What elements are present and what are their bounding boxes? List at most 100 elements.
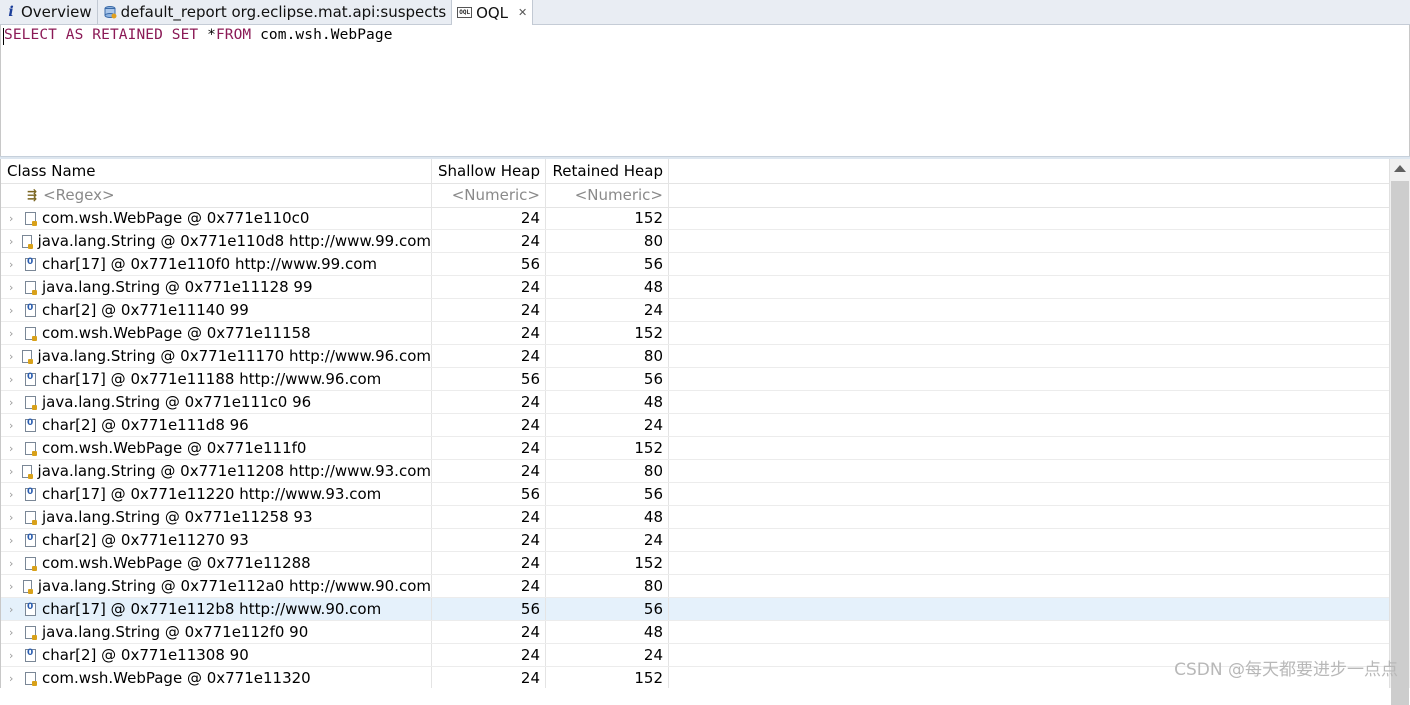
class-name-text: com.wsh.WebPage @ 0x771e11288 [42,554,311,572]
table-row[interactable]: › com.wsh.WebPage @ 0x771e110c0 24 152 [1,207,1389,230]
expand-chevron-icon[interactable]: › [9,235,18,248]
filter-class-name[interactable]: ⇶ <Regex> [1,183,432,207]
class-name-cell: › com.wsh.WebPage @ 0x771e11288 [1,552,432,574]
tab-oql-label: OQL [476,3,509,22]
array-object-icon [25,602,36,616]
table-row[interactable]: › java.lang.String @ 0x771e11258 93 24 48 [1,506,1389,529]
object-icon [25,625,37,640]
table-row[interactable]: › java.lang.String @ 0x771e111c0 96 24 48 [1,391,1389,414]
table-row[interactable]: › char[17] @ 0x771e110f0 http://www.99.co… [1,253,1389,276]
object-icon [25,556,37,571]
column-header-retained-heap[interactable]: Retained Heap [546,159,669,183]
class-name-text: java.lang.String @ 0x771e112a0 http://ww… [37,577,431,595]
class-name-text: com.wsh.WebPage @ 0x771e11158 [42,324,311,342]
scroll-up-arrow-icon[interactable] [1394,165,1406,172]
class-name-cell: › java.lang.String @ 0x771e11170 http://w… [1,345,432,367]
expand-chevron-icon[interactable]: › [9,557,21,570]
column-header-shallow-heap[interactable]: Shallow Heap [432,159,546,183]
table-row[interactable]: › java.lang.String @ 0x771e112a0 http://w… [1,575,1389,598]
expand-chevron-icon[interactable]: › [9,580,19,593]
table-row[interactable]: › java.lang.String @ 0x771e11208 http://w… [1,460,1389,483]
shallow-heap-cell: 24 [432,414,546,436]
object-icon [25,211,37,226]
table-body: › com.wsh.WebPage @ 0x771e110c0 24 152 › java… [1,207,1389,688]
scrollbar-thumb[interactable] [1391,181,1409,705]
object-icon [22,234,33,249]
filter-regex-input[interactable]: <Regex> [43,186,114,204]
tab-overview[interactable]: i Overview [0,0,98,24]
expand-chevron-icon[interactable]: › [9,465,18,478]
shallow-heap-cell: 56 [432,253,546,275]
class-name-cell: › char[17] @ 0x771e112b8 http://www.90.co… [1,598,432,620]
table-row[interactable]: › char[17] @ 0x771e11188 http://www.96.co… [1,368,1389,391]
expand-chevron-icon[interactable]: › [9,626,21,639]
expand-chevron-icon[interactable]: › [9,534,21,547]
expand-chevron-icon[interactable]: › [9,488,21,501]
expand-chevron-icon[interactable]: › [9,304,21,317]
filter-retained-heap-input[interactable]: <Numeric> [546,183,669,207]
tab-oql[interactable]: OQL OQL ✕ [452,0,534,26]
table-row[interactable]: › char[17] @ 0x771e11220 http://www.93.co… [1,483,1389,506]
expand-chevron-icon[interactable]: › [9,672,21,685]
table-row[interactable]: › char[2] @ 0x771e11140 99 2424 [1,299,1389,322]
array-object-icon [25,418,36,432]
expand-chevron-icon[interactable]: › [9,350,18,363]
class-name-text: char[17] @ 0x771e110f0 http://www.99.com [42,255,377,273]
editor-tab-bar: i Overview default_report org.eclipse.ma… [0,0,1410,26]
expand-chevron-icon[interactable]: › [9,327,21,340]
retained-heap-cell: 48 [546,276,669,298]
expand-chevron-icon[interactable]: › [9,258,21,271]
retained-heap-cell: 48 [546,506,669,528]
array-object-icon [25,533,36,547]
table-row[interactable]: › com.wsh.WebPage @ 0x771e11158 24 152 [1,322,1389,345]
column-header-class-name[interactable]: Class Name [1,159,432,183]
object-icon [25,395,37,410]
expand-chevron-icon[interactable]: › [9,396,21,409]
class-name-text: char[2] @ 0x771e11308 90 [42,646,249,664]
class-name-text: com.wsh.WebPage @ 0x771e11320 [42,669,311,687]
table-row[interactable]: › java.lang.String @ 0x771e11170 http://w… [1,345,1389,368]
class-name-text: char[2] @ 0x771e11140 99 [42,301,249,319]
expand-chevron-icon[interactable]: › [9,419,21,432]
class-name-text: char[17] @ 0x771e11188 http://www.96.com [42,370,382,388]
vertical-scrollbar[interactable] [1389,159,1410,705]
expand-chevron-icon[interactable]: › [9,649,21,662]
table-row[interactable]: › com.wsh.WebPage @ 0x771e11288 24 152 [1,552,1389,575]
class-name-cell: › com.wsh.WebPage @ 0x771e110c0 [1,207,432,229]
expand-chevron-icon[interactable]: › [9,212,21,225]
table-row[interactable]: › char[17] @ 0x771e112b8 http://www.90.co… [1,598,1389,621]
class-name-text: java.lang.String @ 0x771e11170 http://ww… [37,347,431,365]
table-row[interactable]: › java.lang.String @ 0x771e11128 99 24 48 [1,276,1389,299]
class-name-text: java.lang.String @ 0x771e11208 http://ww… [37,462,431,480]
shallow-heap-cell: 24 [432,552,546,574]
table-row[interactable]: › char[2] @ 0x771e111d8 96 2424 [1,414,1389,437]
class-name-cell: › char[17] @ 0x771e11188 http://www.96.co… [1,368,432,390]
object-icon [25,510,37,525]
shallow-heap-cell: 24 [432,207,546,229]
expand-chevron-icon[interactable]: › [9,281,21,294]
filter-shallow-heap-input[interactable]: <Numeric> [432,183,546,207]
table-row[interactable]: › java.lang.String @ 0x771e110d8 http://w… [1,230,1389,253]
object-icon [25,441,37,456]
close-icon[interactable]: ✕ [518,6,527,19]
table-row[interactable]: › java.lang.String @ 0x771e112f0 90 24 48 [1,621,1389,644]
table-row[interactable]: › char[2] @ 0x771e11270 93 2424 [1,529,1389,552]
tab-overview-label: Overview [21,3,92,21]
shallow-heap-cell: 24 [432,345,546,367]
shallow-heap-cell: 24 [432,299,546,321]
shallow-heap-cell: 56 [432,483,546,505]
table-row[interactable]: › com.wsh.WebPage @ 0x771e111f0 24 152 [1,437,1389,460]
expand-chevron-icon[interactable]: › [9,442,21,455]
class-name-text: char[2] @ 0x771e111d8 96 [42,416,249,434]
query-keyword-from: FROM [215,27,252,43]
retained-heap-cell: 48 [546,621,669,643]
expand-chevron-icon[interactable]: › [9,511,21,524]
expand-chevron-icon[interactable]: › [9,373,21,386]
class-name-cell: › java.lang.String @ 0x771e11208 http://w… [1,460,432,482]
shallow-heap-cell: 24 [432,506,546,528]
class-name-cell: › char[17] @ 0x771e11220 http://www.93.co… [1,483,432,505]
oql-query-editor[interactable]: SELECT AS RETAINED SET *FROM com.wsh.Web… [0,25,1410,156]
tab-default-report[interactable]: default_report org.eclipse.mat.api:suspe… [98,0,453,24]
shallow-heap-cell: 24 [432,276,546,298]
expand-chevron-icon[interactable]: › [9,603,21,616]
